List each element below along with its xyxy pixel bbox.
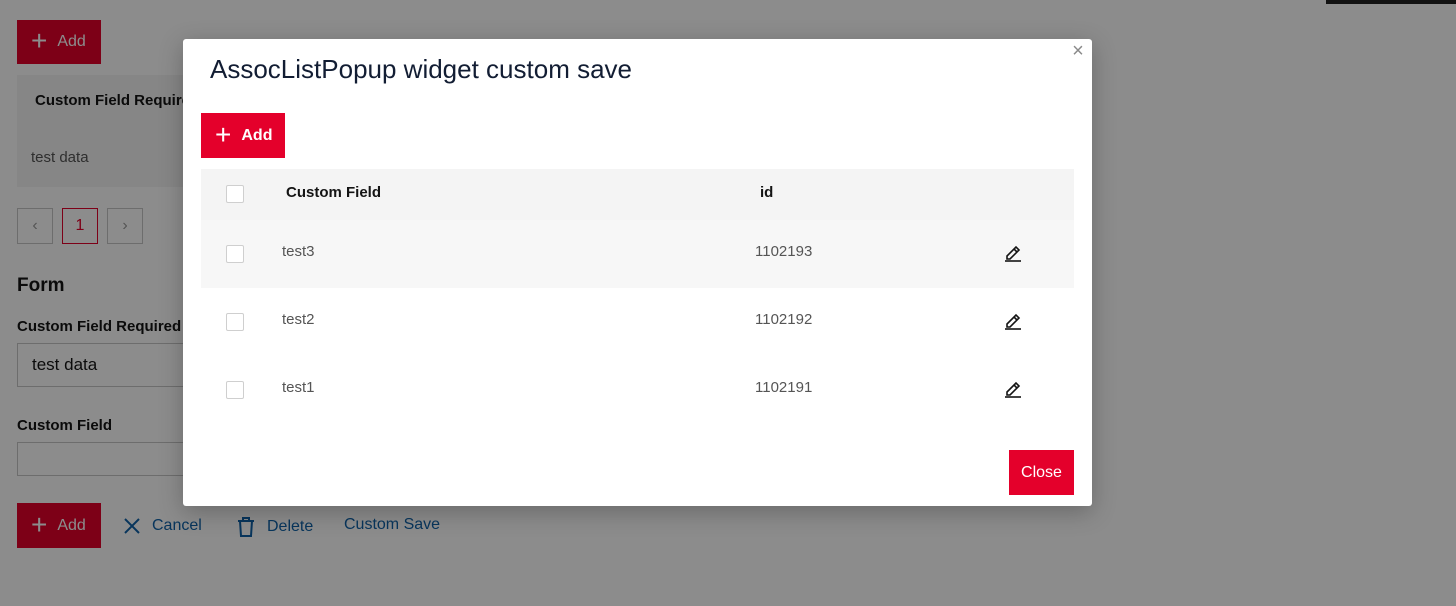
table-row[interactable]: test2 1102192	[201, 288, 1074, 356]
modal-title: AssocListPopup widget custom save	[210, 54, 632, 84]
plus-icon: +	[215, 118, 232, 150]
pencil-edit-icon[interactable]	[1003, 310, 1023, 330]
modal-add-button[interactable]: + Add	[201, 113, 285, 158]
table-row[interactable]: test3 1102193	[201, 220, 1074, 288]
pencil-edit-icon[interactable]	[1003, 242, 1023, 262]
table-header-row: Custom Field id	[201, 169, 1074, 220]
close-button[interactable]: Close	[1009, 450, 1074, 495]
column-header-id: id	[760, 184, 774, 201]
cell-id: 1102193	[755, 243, 813, 260]
row-checkbox[interactable]	[226, 313, 244, 331]
cell-id: 1102191	[755, 379, 813, 396]
table-row[interactable]: test1 1102191	[201, 356, 1074, 424]
select-all-checkbox[interactable]	[226, 185, 244, 203]
modal-add-label: Add	[241, 126, 273, 144]
close-icon[interactable]: ×	[1070, 41, 1086, 61]
assoc-list-popup: × AssocListPopup widget custom save + Ad…	[183, 39, 1092, 506]
cell-id: 1102192	[755, 311, 813, 328]
column-header-custom-field: Custom Field	[286, 184, 382, 201]
assoc-table: Custom Field id test3 1102193 test2 1102…	[201, 169, 1074, 424]
cell-custom-field: test3	[282, 243, 315, 260]
cell-custom-field: test2	[282, 311, 315, 328]
row-checkbox[interactable]	[226, 381, 244, 399]
cell-custom-field: test1	[282, 379, 315, 396]
row-checkbox[interactable]	[226, 245, 244, 263]
pencil-edit-icon[interactable]	[1003, 378, 1023, 398]
